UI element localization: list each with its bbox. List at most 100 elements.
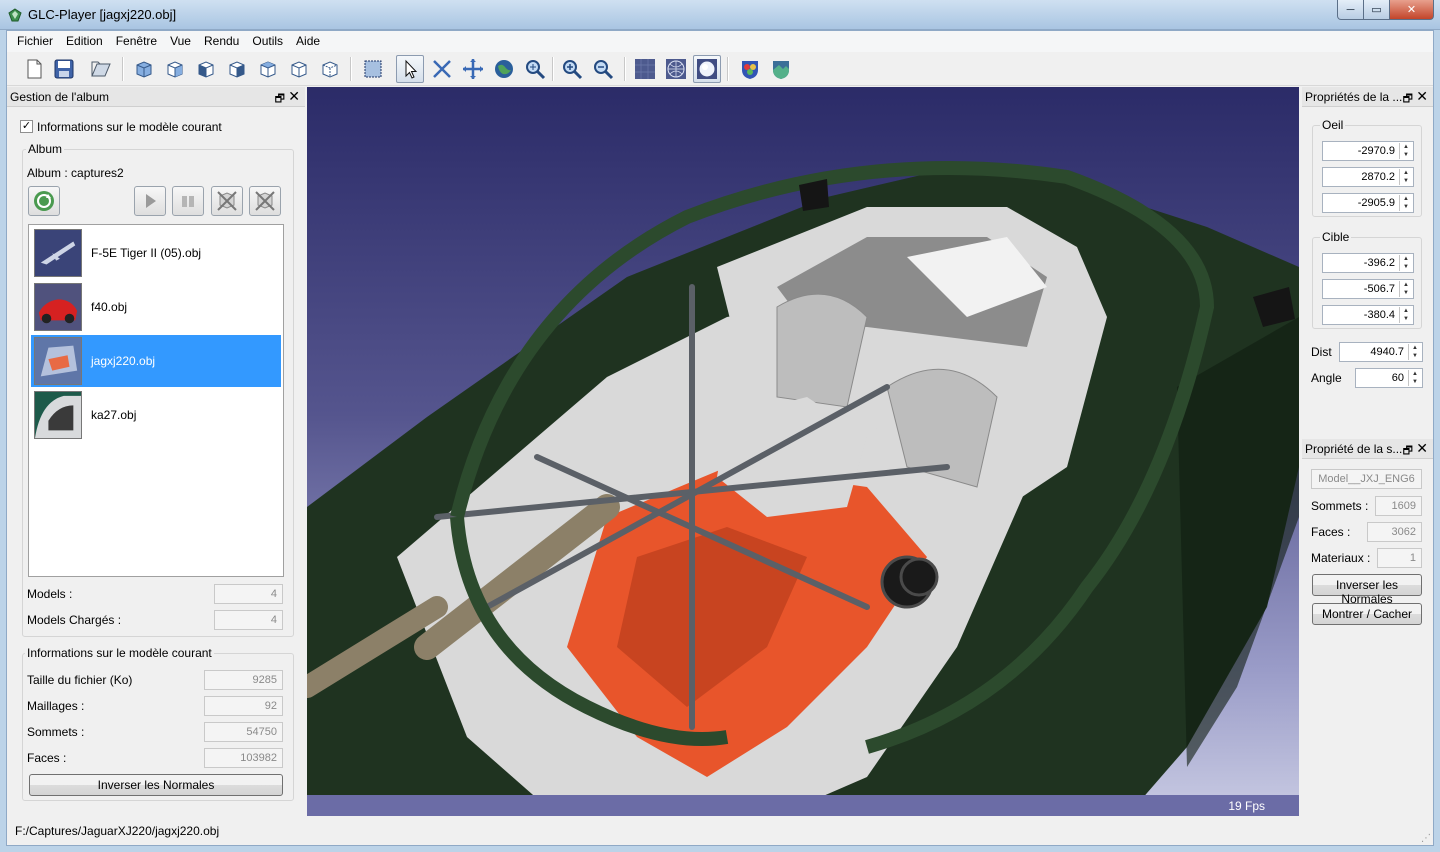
3d-viewport[interactable]: 19 Fps [307,87,1299,816]
album-list[interactable]: F-5E Tiger II (05).obj f40.obj jagxj220.… [28,224,284,577]
list-item[interactable]: F-5E Tiger II (05).obj [31,227,281,279]
menu-fichier[interactable]: Fichier [10,31,59,52]
dist-input[interactable]: 4940.7 ▲ ▼ [1339,342,1423,362]
background-icon [773,61,789,79]
dist-label: Dist [1311,345,1332,359]
eye-z-input[interactable]: -2905.9 ▲ ▼ [1322,193,1414,213]
menu-outils[interactable]: Outils [245,31,289,52]
models-label: Models : [27,587,73,601]
target-y-value: -506.7 [1363,283,1395,295]
invert-normals-button[interactable]: Inverser les Normales [29,774,283,796]
maximize-button[interactable]: ▭ [1364,0,1390,20]
menu-fenetre[interactable]: Fenêtre [109,31,163,52]
info-checkbox-label: Informations sur le modèle courant [37,120,222,134]
close-dock-icon[interactable]: ✕ [288,88,300,105]
float-dock-icon[interactable]: 🗗 [275,90,285,106]
spin-arrows-icon[interactable]: ▲ ▼ [1408,344,1421,360]
info-checkbox[interactable]: ✓ [20,120,33,133]
album-item-name: jagxj220.obj [91,354,156,368]
remove-all-icon [255,191,275,211]
close-dock-icon[interactable]: ✕ [1416,440,1428,457]
album-dock-title: Gestion de l'album 🗗 ✕ [7,87,305,107]
target-group-title: Cible [1320,230,1352,244]
list-item[interactable]: jagxj220.obj [31,335,281,387]
view-left-button[interactable] [192,55,220,83]
eye-y-input[interactable]: 2870.2 ▲ ▼ [1322,167,1414,187]
refresh-album-button[interactable] [28,186,60,216]
menu-rendu[interactable]: Rendu [197,31,245,52]
zoom-out-button[interactable] [589,55,617,83]
selection-invert-normals-button[interactable]: Inverser les Normales [1312,574,1422,606]
menu-vue[interactable]: Vue [163,31,197,52]
eye-group-title: Oeil [1320,118,1346,132]
eye-x-input[interactable]: -2970.9 ▲ ▼ [1322,141,1414,161]
float-dock-icon[interactable]: 🗗 [1403,90,1413,106]
selection-dock-title-text: Propriété de la s... [1305,442,1403,456]
view-bottom-button[interactable] [285,55,313,83]
menu-edition[interactable]: Edition [59,31,109,52]
pause-icon [182,196,194,207]
view-front-button[interactable] [130,55,158,83]
spin-arrows-icon[interactable]: ▲ ▼ [1399,281,1412,297]
zoom-in-button[interactable] [558,55,586,83]
selection-materials-field: 1 [1377,548,1422,568]
close-icon: ✕ [1406,4,1417,16]
spin-arrows-icon[interactable]: ▲ ▼ [1399,255,1412,271]
target-x-input[interactable]: -396.2 ▲ ▼ [1322,253,1414,273]
spin-arrows-icon[interactable]: ▲ ▼ [1399,143,1412,159]
view-right-button[interactable] [223,55,251,83]
toolbar-separator [122,57,124,81]
remove-all-button[interactable] [249,186,281,216]
target-z-input[interactable]: -380.4 ▲ ▼ [1322,305,1414,325]
render-wireframe-button[interactable] [631,55,659,83]
render-body-dark-shape [1177,317,1299,767]
play-button[interactable] [134,186,166,216]
spin-arrows-icon[interactable]: ▲ ▼ [1399,195,1412,211]
spin-arrows-icon[interactable]: ▲ ▼ [1408,370,1421,386]
resize-grip-icon[interactable]: ⋰ [1421,833,1431,844]
show-hide-button[interactable]: Montrer / Cacher [1312,603,1422,625]
toolbar-separator [624,57,626,81]
render-mesh-button[interactable] [662,55,690,83]
render-shaded-button[interactable] [693,55,721,83]
select-tool-button[interactable] [396,55,424,83]
save-button[interactable] [50,55,78,83]
spin-arrows-icon[interactable]: ▲ ▼ [1399,307,1412,323]
close-dock-icon[interactable]: ✕ [1416,88,1428,105]
spin-arrows-icon[interactable]: ▲ ▼ [1399,169,1412,185]
remove-model-button[interactable] [211,186,243,216]
list-item[interactable]: f40.obj [31,281,281,333]
material-button[interactable] [736,55,764,83]
new-file-icon [27,59,42,79]
meshes-label: Maillages : [27,699,85,713]
vertices-label: Sommets : [27,725,85,739]
render-mesh-icon [666,59,686,79]
menu-aide[interactable]: Aide [289,31,326,52]
status-file-path: F:/Captures/JaguarXJ220/jagxj220.obj [15,824,220,838]
view-iso-button[interactable] [316,55,344,83]
view-back-button[interactable] [161,55,189,83]
app-logo-icon [8,8,22,22]
list-item[interactable]: ka27.obj [31,389,281,441]
view-front-icon [136,61,152,78]
car-model-render[interactable] [307,87,1299,816]
view-top-button[interactable] [254,55,282,83]
angle-input[interactable]: 60 ▲ ▼ [1355,368,1423,388]
new-file-button[interactable] [20,55,48,83]
reframe-button[interactable] [428,55,456,83]
open-button[interactable] [87,55,115,83]
target-y-input[interactable]: -506.7 ▲ ▼ [1322,279,1414,299]
meshes-field: 92 [204,696,283,716]
pause-button[interactable] [172,186,204,216]
eye-x-value: -2970.9 [1357,145,1395,157]
fit-all-button[interactable] [359,55,387,83]
close-window-button[interactable]: ✕ [1390,0,1434,20]
zoom-window-button[interactable] [521,55,549,83]
orbit-button[interactable] [490,55,518,83]
minimize-button[interactable]: ─ [1337,0,1364,20]
pan-button[interactable] [459,55,487,83]
view-left-icon [198,61,214,78]
float-dock-icon[interactable]: 🗗 [1403,442,1413,458]
background-button[interactable] [767,55,795,83]
selection-materials-label: Materiaux : [1311,551,1371,565]
